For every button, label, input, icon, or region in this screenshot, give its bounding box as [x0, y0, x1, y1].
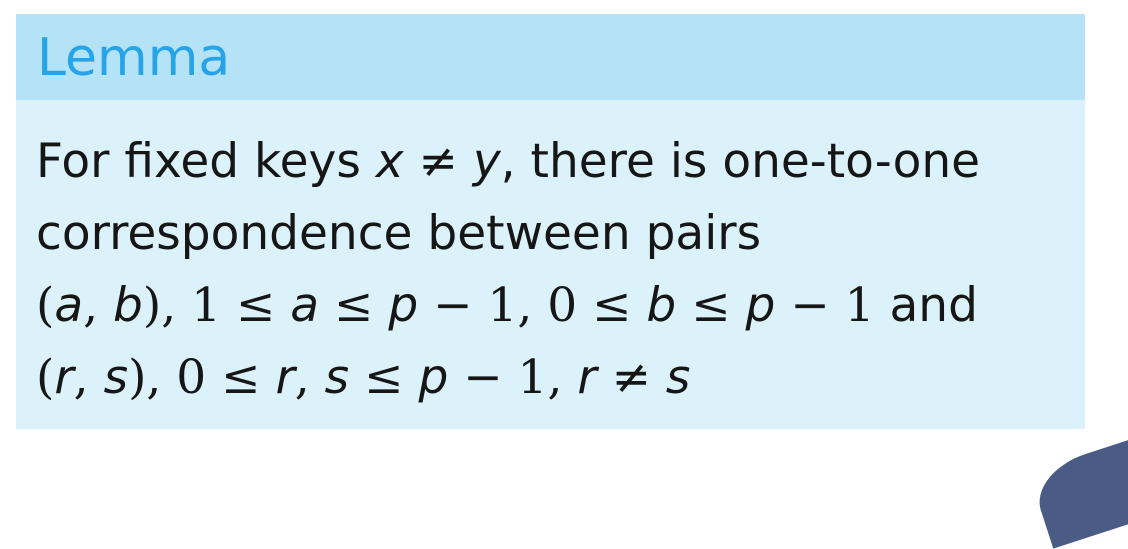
var-r: r [54, 350, 74, 405]
lemma-header: Lemma [16, 14, 1085, 100]
neq-symbol: ≠ [596, 350, 666, 405]
math-segment: − 1 [775, 278, 875, 333]
var-s: s [324, 350, 350, 405]
math-segment: ≤ [319, 278, 389, 333]
paren-close: ) [128, 350, 147, 405]
lemma-block: Lemma For fixed keys x ≠ y, there is one… [16, 14, 1085, 429]
comma: , [83, 278, 114, 333]
var-a: a [290, 278, 320, 333]
var-r: r [577, 350, 597, 405]
math-segment: , 1 ≤ [161, 278, 291, 333]
var-a: a [54, 278, 84, 333]
lemma-body: For fixed keys x ≠ y, there is one-to-on… [36, 126, 1075, 414]
comma: , [294, 350, 325, 405]
var-r: r [275, 350, 295, 405]
lemma-title: Lemma [37, 28, 231, 88]
math-segment: , 0 ≤ [146, 350, 276, 405]
line2-text: correspondence between pairs [36, 206, 762, 261]
lemma-line-3: (a, b), 1 ≤ a ≤ p − 1, 0 ≤ b ≤ p − 1 and [36, 270, 1075, 342]
math-segment: − 1, 0 ≤ [418, 278, 647, 333]
line1-text-2: , there is one-to-one [500, 134, 981, 189]
line1-text-1: For fixed keys [36, 134, 376, 189]
paren-open: ( [36, 278, 55, 333]
lemma-line-2: correspondence between pairs [36, 198, 1075, 270]
var-p: p [418, 350, 449, 405]
neq-symbol: ≠ [403, 134, 473, 189]
math-segment: ≤ [676, 278, 746, 333]
math-segment: ≤ [349, 350, 419, 405]
paren-close: ) [142, 278, 162, 333]
lemma-line-4: (r, s), 0 ≤ r, s ≤ p − 1, r ≠ s [36, 342, 1075, 414]
var-b: b [646, 278, 677, 333]
var-x: x [375, 134, 404, 189]
lemma-line-1: For fixed keys x ≠ y, there is one-to-on… [36, 126, 1075, 198]
and-word: and [874, 278, 978, 333]
var-s: s [103, 350, 129, 405]
var-p: p [388, 278, 419, 333]
comma: , [73, 350, 104, 405]
var-s: s [665, 350, 691, 405]
paren-open: ( [36, 350, 55, 405]
math-segment: − 1, [448, 350, 578, 405]
var-y: y [472, 134, 501, 189]
var-b: b [113, 278, 143, 333]
var-p: p [745, 278, 776, 333]
